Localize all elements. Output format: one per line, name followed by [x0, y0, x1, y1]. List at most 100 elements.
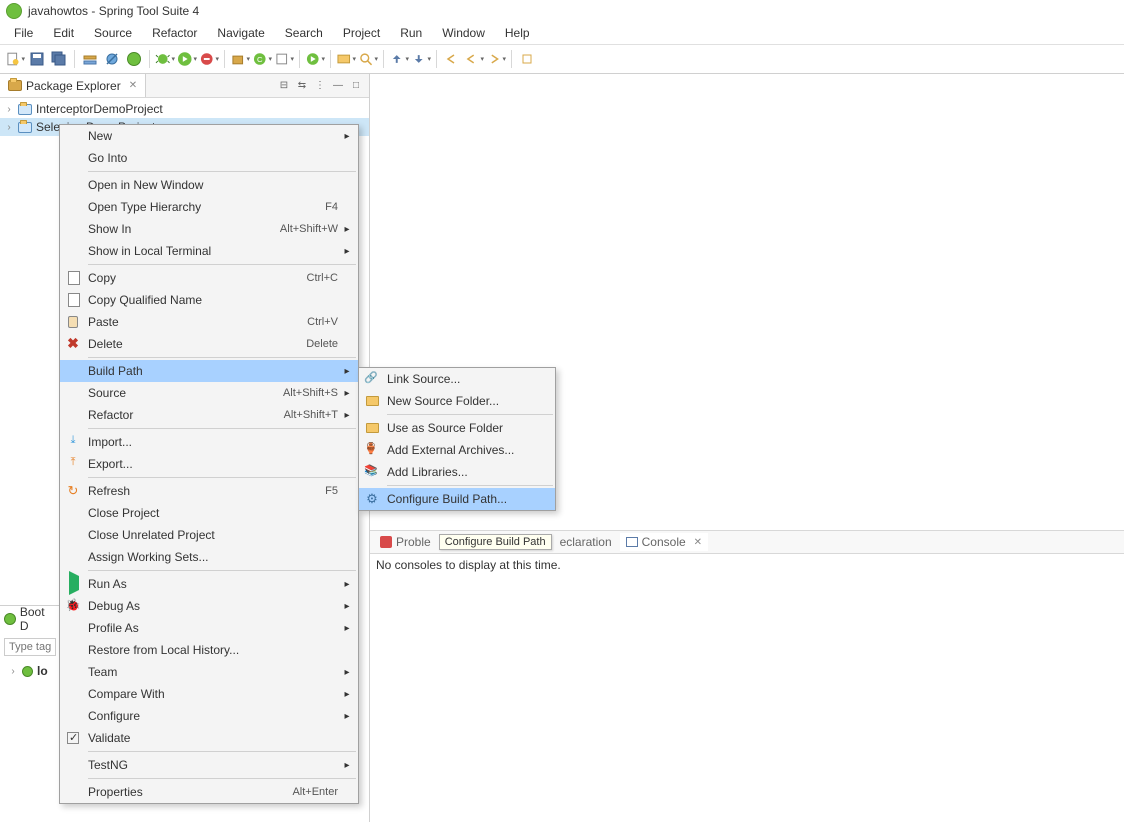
declaration-tab[interactable]: eclaration [554, 533, 618, 551]
menu-item-go-into[interactable]: Go Into [60, 147, 358, 169]
console-message: No consoles to display at this time. [370, 554, 1124, 576]
menu-item-compare-with[interactable]: Compare With▸ [60, 683, 358, 705]
menu-shortcut: Ctrl+C [307, 272, 342, 284]
paste-icon [60, 316, 86, 328]
search-button[interactable] [358, 49, 378, 69]
boot-dash-filter-input[interactable] [4, 638, 56, 656]
save-all-button[interactable] [49, 49, 69, 69]
menu-item-label: Source [86, 386, 283, 400]
menu-item-properties[interactable]: PropertiesAlt+Enter [60, 781, 358, 803]
menu-item-new-source-folder[interactable]: New Source Folder... [359, 390, 555, 412]
menu-window[interactable]: Window [432, 24, 495, 42]
pin-editor-button[interactable] [517, 49, 537, 69]
menu-edit[interactable]: Edit [43, 24, 84, 42]
menu-separator [88, 570, 356, 571]
menu-item-configure[interactable]: Configure▸ [60, 705, 358, 727]
menu-project[interactable]: Project [333, 24, 390, 42]
menu-item-label: Link Source... [385, 372, 539, 386]
view-menu-icon[interactable]: ⋮ [313, 79, 327, 93]
close-icon[interactable]: ✕ [694, 537, 702, 548]
menu-navigate[interactable]: Navigate [207, 24, 274, 42]
boot-run-button[interactable] [124, 49, 144, 69]
link-editor-icon[interactable]: ⇆ [295, 79, 309, 93]
menu-item-label: Add Libraries... [385, 465, 539, 479]
menu-item-add-libraries[interactable]: 📚Add Libraries... [359, 461, 555, 483]
launch-button[interactable] [305, 49, 325, 69]
menu-item-refresh[interactable]: ↻RefreshF5 [60, 480, 358, 502]
menu-item-refactor[interactable]: RefactorAlt+Shift+T▸ [60, 404, 358, 426]
maximize-icon[interactable]: □ [349, 79, 363, 93]
menu-item-open-in-new-window[interactable]: Open in New Window [60, 174, 358, 196]
menu-item-copy[interactable]: CopyCtrl+C [60, 267, 358, 289]
back-button[interactable] [464, 49, 484, 69]
blank-icon [60, 385, 86, 401]
menu-item-show-in[interactable]: Show InAlt+Shift+W▸ [60, 218, 358, 240]
expand-icon[interactable]: › [8, 666, 18, 677]
prev-annotation-button[interactable] [389, 49, 409, 69]
menu-refactor[interactable]: Refactor [142, 24, 207, 42]
menu-help[interactable]: Help [495, 24, 540, 42]
blank-icon [60, 505, 86, 521]
toolbar-separator [330, 50, 331, 68]
package-explorer-label: Package Explorer [26, 79, 121, 93]
forward-button[interactable] [486, 49, 506, 69]
new-button[interactable] [5, 49, 25, 69]
menu-item-assign-working-sets[interactable]: Assign Working Sets... [60, 546, 358, 568]
menu-item-export[interactable]: ⤒Export... [60, 453, 358, 475]
menu-item-validate[interactable]: Validate [60, 727, 358, 749]
menu-item-use-as-source-folder[interactable]: Use as Source Folder [359, 417, 555, 439]
menu-item-configure-build-path[interactable]: ⚙Configure Build Path... [359, 488, 555, 510]
problems-tab[interactable]: Proble [374, 533, 437, 551]
expand-icon[interactable]: › [4, 104, 14, 115]
run-button[interactable] [177, 49, 197, 69]
menu-item-show-in-local-terminal[interactable]: Show in Local Terminal▸ [60, 240, 358, 262]
menu-source[interactable]: Source [84, 24, 142, 42]
close-icon[interactable]: ✕ [129, 80, 137, 91]
window-title: javahowtos - Spring Tool Suite 4 [28, 4, 199, 18]
menu-item-restore-from-local-history[interactable]: Restore from Local History... [60, 639, 358, 661]
menu-item-copy-qualified-name[interactable]: Copy Qualified Name [60, 289, 358, 311]
new-class-button[interactable]: C [252, 49, 272, 69]
menu-item-import[interactable]: ⤓Import... [60, 431, 358, 453]
menu-item-add-external-archives[interactable]: 🏺Add External Archives... [359, 439, 555, 461]
last-edit-button[interactable] [442, 49, 462, 69]
menu-separator [88, 751, 356, 752]
menu-item-close-unrelated-project[interactable]: Close Unrelated Project [60, 524, 358, 546]
expand-icon[interactable]: › [4, 122, 14, 133]
menu-search[interactable]: Search [275, 24, 333, 42]
package-explorer-tab[interactable]: Package Explorer ✕ [0, 74, 146, 97]
menu-item-profile-as[interactable]: Profile As▸ [60, 617, 358, 639]
menu-item-team[interactable]: Team▸ [60, 661, 358, 683]
open-type-button[interactable] [336, 49, 356, 69]
console-tab[interactable]: Console ✕ [620, 533, 708, 551]
menu-item-testng[interactable]: TestNG▸ [60, 754, 358, 776]
skip-breakpoints-button[interactable] [102, 49, 122, 69]
menu-item-debug-as[interactable]: 🐞Debug As▸ [60, 595, 358, 617]
menu-item-close-project[interactable]: Close Project [60, 502, 358, 524]
save-button[interactable] [27, 49, 47, 69]
toggle-breadcrumb-button[interactable] [80, 49, 100, 69]
coverage-button[interactable] [199, 49, 219, 69]
menu-item-source[interactable]: SourceAlt+Shift+S▸ [60, 382, 358, 404]
menu-run[interactable]: Run [390, 24, 432, 42]
export-icon: ⤒ [60, 456, 86, 472]
menu-file[interactable]: File [4, 24, 43, 42]
menu-item-build-path[interactable]: Build Path▸ [60, 360, 358, 382]
submenu-arrow-icon: ▸ [342, 246, 352, 257]
boot-dashboard-title: Boot D [20, 605, 56, 633]
next-annotation-button[interactable] [411, 49, 431, 69]
minimize-icon[interactable]: — [331, 79, 345, 93]
menu-item-label: Refactor [86, 408, 284, 422]
debug-button[interactable] [155, 49, 175, 69]
check-icon [60, 732, 86, 744]
menu-item-run-as[interactable]: Run As▸ [60, 573, 358, 595]
menu-item-open-type-hierarchy[interactable]: Open Type HierarchyF4 [60, 196, 358, 218]
menu-item-paste[interactable]: PasteCtrl+V [60, 311, 358, 333]
menu-item-link-source[interactable]: 🔗Link Source... [359, 368, 555, 390]
menu-item-new[interactable]: New▸ [60, 125, 358, 147]
menu-item-delete[interactable]: ✖DeleteDelete [60, 333, 358, 355]
new-package-button[interactable] [230, 49, 250, 69]
new-other-button[interactable] [274, 49, 294, 69]
project-row[interactable]: › InterceptorDemoProject [0, 100, 369, 118]
collapse-all-icon[interactable]: ⊟ [277, 79, 291, 93]
